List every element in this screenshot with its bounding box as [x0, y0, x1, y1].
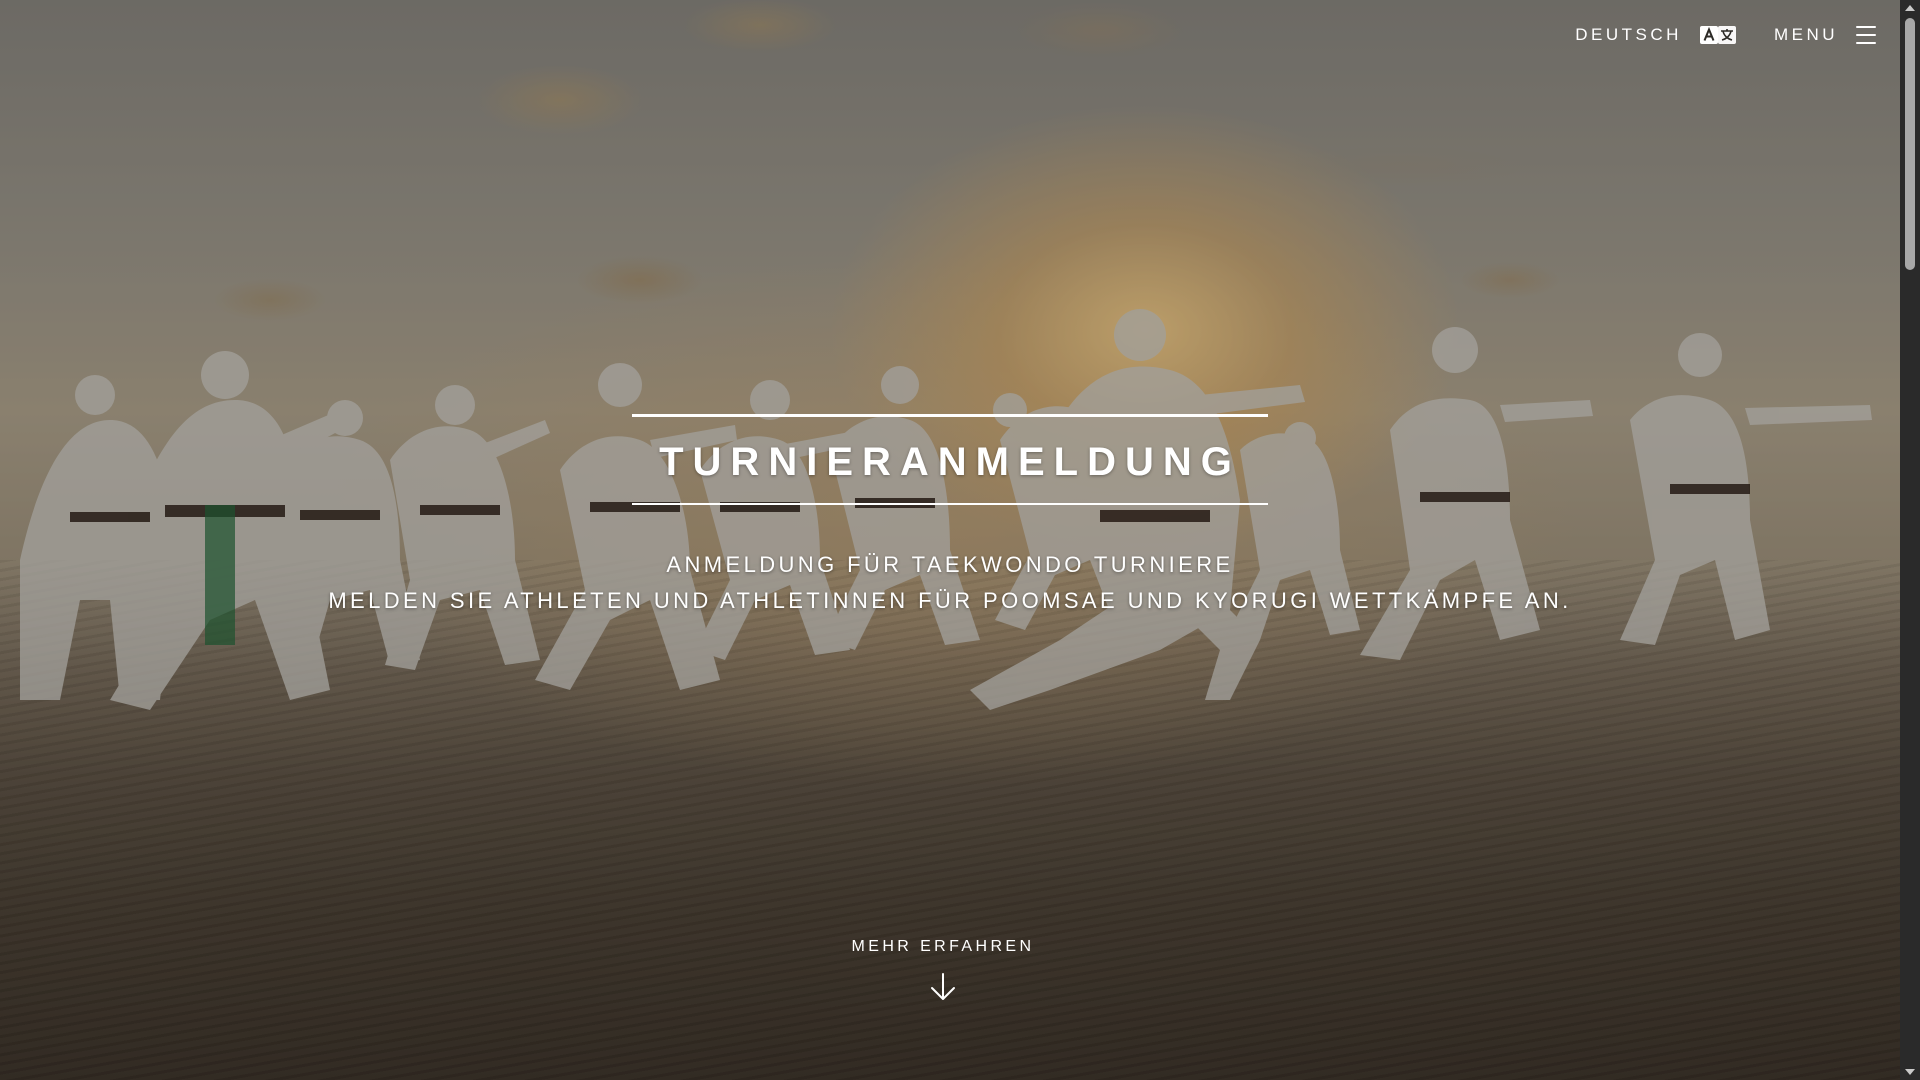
page-scrollbar[interactable]: [1900, 0, 1920, 1080]
hero-subtitle: ANMELDUNG FÜR TAEKWONDO TURNIERE MELDEN …: [0, 547, 1900, 619]
arrow-down-icon[interactable]: [928, 972, 958, 1002]
scroll-down-arrow-icon[interactable]: [1905, 1069, 1915, 1075]
hero-subtitle-line-2: MELDEN SIE ATHLETEN UND ATHLETINNEN FÜR …: [328, 588, 1572, 613]
scroll-up-arrow-icon[interactable]: [1905, 5, 1915, 11]
translate-icon: [1699, 26, 1736, 44]
hero-subtitle-line-1: ANMELDUNG FÜR TAEKWONDO TURNIERE: [666, 552, 1234, 577]
hamburger-icon: [1856, 26, 1876, 44]
learn-more-label: MEHR ERFAHREN: [851, 938, 1035, 955]
menu-button[interactable]: MENU: [1774, 25, 1876, 45]
hero-content: TURNIERANMELDUNG ANMELDUNG FÜR TAEKWONDO…: [0, 414, 1900, 619]
language-switcher[interactable]: DEUTSCH: [1575, 25, 1736, 45]
menu-label: MENU: [1773, 25, 1838, 44]
hero-title-frame: TURNIERANMELDUNG: [632, 414, 1268, 505]
page-viewport: DEUTSCH MENU TURNIERANMELDUNG ANMELDUNG …: [0, 0, 1900, 1080]
learn-more-link[interactable]: MEHR ERFAHREN: [0, 938, 1886, 1002]
language-label: DEUTSCH: [1575, 25, 1682, 44]
scrollbar-thumb[interactable]: [1905, 18, 1915, 270]
top-navigation: DEUTSCH MENU: [1575, 20, 1876, 50]
page-title: TURNIERANMELDUNG: [659, 440, 1241, 484]
